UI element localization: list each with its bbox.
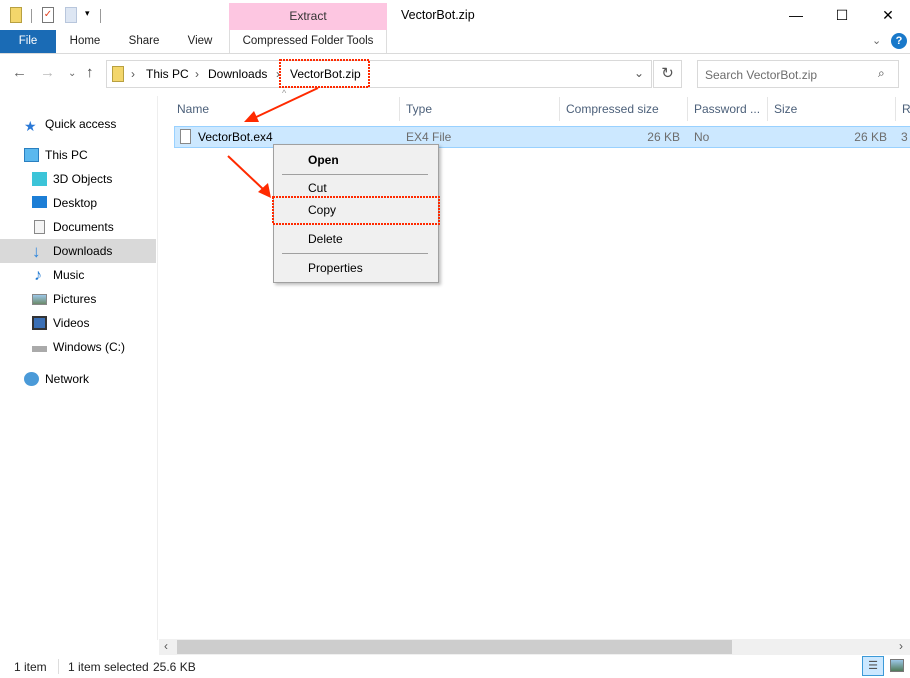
annotation-arrow-line — [227, 155, 265, 191]
annotation-box-copy — [272, 196, 440, 225]
annotation-arrow-line — [251, 87, 319, 120]
annotation-overlay — [227, 59, 440, 225]
annotation-box-address — [279, 59, 370, 88]
